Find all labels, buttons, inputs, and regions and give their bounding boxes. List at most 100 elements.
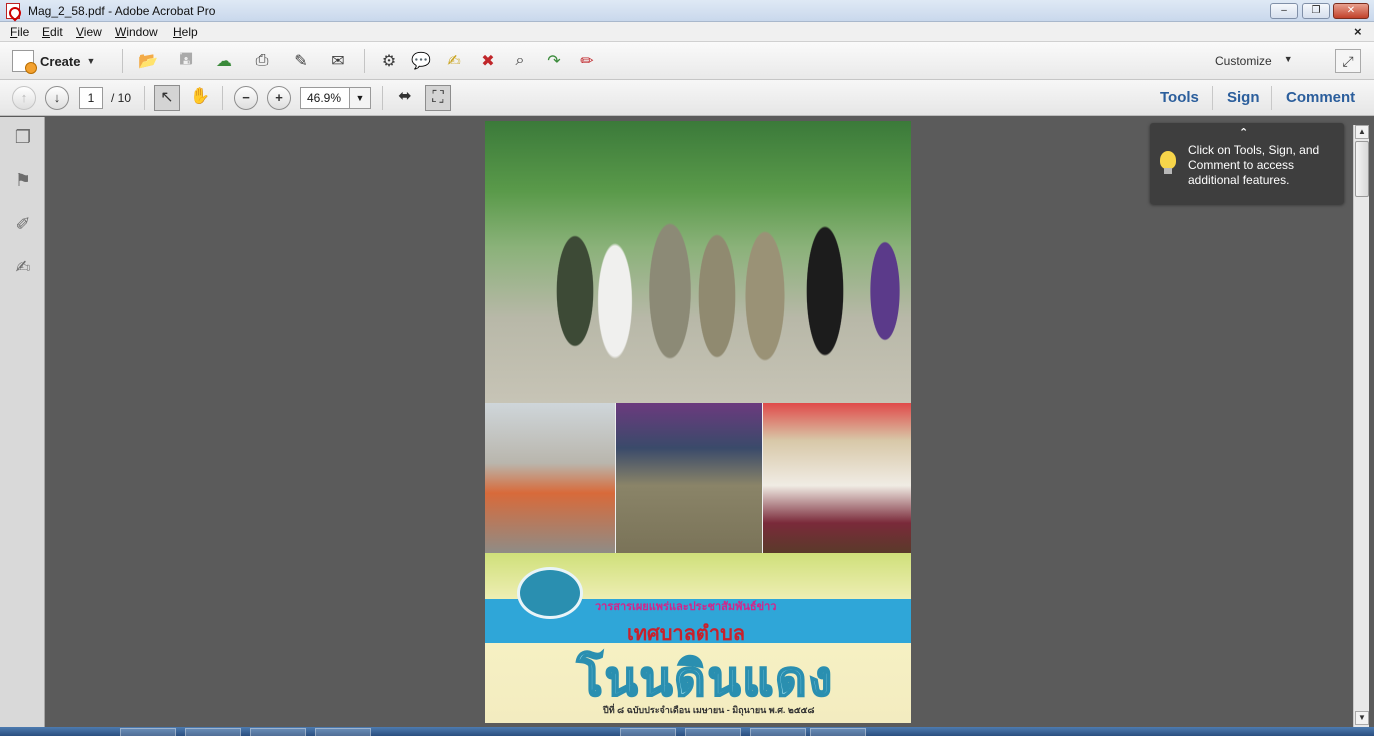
select-tool-button[interactable]: ↖ xyxy=(154,85,180,111)
maximize-button[interactable]: ❐ xyxy=(1302,3,1330,19)
bookmarks-icon[interactable]: ⚑ xyxy=(11,168,35,192)
main-toolbar: Create ▼ 📂 🖪 ☁ ⎙ ✎ ✉ ⚙ 💬 ✍ ✖ ⌕ ↷ ✏ Custo… xyxy=(0,42,1374,80)
scroll-thumb[interactable] xyxy=(1355,141,1369,197)
maximize-icon: ❐ xyxy=(1311,5,1321,16)
edit-pdf-icon[interactable]: ✎ xyxy=(290,51,312,71)
navigation-pane: ❐ ⚑ ✐ ✍ xyxy=(0,117,45,727)
print-icon[interactable]: ⎙ xyxy=(251,51,273,71)
pdf-page: วารสารเผยแพร่และประชาสัมพันธ์ข่าว เทศบาล… xyxy=(485,121,911,723)
masthead-subtitle: วารสารเผยแพร่และประชาสัมพันธ์ข่าว xyxy=(595,601,777,613)
save-icon[interactable]: 🖪 xyxy=(175,51,197,71)
taskbar-button[interactable] xyxy=(810,728,866,736)
menu-edit[interactable]: Edit xyxy=(42,25,63,39)
taskbar-button[interactable] xyxy=(685,728,741,736)
fit-width-icon: ⬌ xyxy=(398,88,412,105)
cover-photo-row xyxy=(485,403,911,553)
cover-photo-award xyxy=(616,403,763,553)
lightbulb-icon xyxy=(1160,151,1176,174)
scrolling-mode-button[interactable]: ⬌ xyxy=(392,85,418,111)
cursor-icon: ↖ xyxy=(160,89,174,106)
menu-view[interactable]: View xyxy=(76,25,102,39)
taskbar-button[interactable] xyxy=(750,728,806,736)
tooltip-text: Click on Tools, Sign, and Comment to acc… xyxy=(1188,143,1320,187)
expand-icon: ⤢ xyxy=(1342,53,1354,69)
fit-page-icon: ⛶ xyxy=(432,89,444,106)
page-count: / 10 xyxy=(111,91,132,105)
toolbar-separator xyxy=(364,49,365,73)
chevron-up-icon: ▲ xyxy=(1358,127,1366,136)
zoom-input[interactable]: 46.9% xyxy=(300,87,350,109)
taskbar-button[interactable] xyxy=(315,728,371,736)
menu-bar: File Edit View Window Help × xyxy=(0,22,1374,42)
zoom-in-button[interactable]: + xyxy=(267,86,291,110)
comment-icon[interactable]: 💬 xyxy=(410,51,432,71)
close-window-button[interactable]: ✕ xyxy=(1333,3,1369,19)
cover-photo-ceremony xyxy=(763,403,911,553)
scroll-down-button[interactable]: ▼ xyxy=(1355,711,1369,725)
zoom-out-button[interactable]: − xyxy=(234,86,258,110)
menu-file[interactable]: File xyxy=(10,25,29,39)
settings-icon[interactable]: ⚙ xyxy=(378,51,400,71)
hand-tool-button[interactable]: ✋ xyxy=(187,85,213,111)
menu-window[interactable]: Window xyxy=(115,25,158,39)
vertical-scrollbar[interactable]: ▲ ▼ xyxy=(1353,125,1369,727)
chevron-down-icon: ▼ xyxy=(1358,713,1366,722)
close-icon: ✕ xyxy=(1346,5,1356,16)
tab-sign[interactable]: Sign xyxy=(1227,89,1260,106)
cover-photo-parade xyxy=(485,403,616,553)
minus-icon: − xyxy=(242,90,250,105)
toolbar-separator xyxy=(122,49,123,73)
customize-label: Customize xyxy=(1215,54,1272,68)
open-icon[interactable]: 📂 xyxy=(137,51,159,71)
masthead-issue: ปีที่ ๘ ฉบับประจำเดือน เมษายน - มิถุนายน… xyxy=(603,705,815,715)
chevron-down-icon: ▼ xyxy=(86,56,96,66)
delete-pages-icon[interactable]: ✖ xyxy=(477,51,499,71)
panel-separator xyxy=(1271,86,1272,110)
page-thumbnails-icon[interactable]: ❐ xyxy=(11,125,35,149)
create-label: Create xyxy=(40,53,81,69)
minimize-button[interactable]: – xyxy=(1270,3,1298,19)
arrow-down-icon: ↓ xyxy=(53,90,61,105)
full-screen-button[interactable]: ⤢ xyxy=(1335,49,1361,73)
create-pdf-icon xyxy=(12,50,37,74)
search-document-icon[interactable]: ⌕ xyxy=(509,51,531,71)
taskbar xyxy=(0,727,1374,736)
menu-help[interactable]: Help xyxy=(173,25,198,39)
taskbar-button[interactable] xyxy=(185,728,241,736)
title-bar: Mag_2_58.pdf - Adobe Acrobat Pro – ❐ ✕ xyxy=(0,0,1374,22)
acrobat-app-icon xyxy=(6,3,20,19)
email-icon[interactable]: ✉ xyxy=(327,51,349,71)
highlight-icon[interactable]: ✍ xyxy=(443,51,465,71)
document-view[interactable]: วารสารเผยแพร่และประชาสัมพันธ์ข่าว เทศบาล… xyxy=(45,117,1353,727)
export-icon[interactable]: ↷ xyxy=(543,51,565,71)
arrow-up-icon: ↑ xyxy=(20,90,28,105)
taskbar-button[interactable] xyxy=(250,728,306,736)
scroll-up-button[interactable]: ▲ xyxy=(1355,125,1369,139)
customize-button[interactable]: Customize ▼ xyxy=(1215,54,1293,68)
signatures-icon[interactable]: ✍ xyxy=(11,255,35,279)
minimize-icon: – xyxy=(1281,5,1287,16)
toolbar-separator xyxy=(382,86,383,110)
close-document-button[interactable]: × xyxy=(1354,24,1362,39)
fit-page-button[interactable]: ⛶ xyxy=(425,85,451,111)
taskbar-button[interactable] xyxy=(120,728,176,736)
window-title: Mag_2_58.pdf - Adobe Acrobat Pro xyxy=(28,4,216,18)
create-button[interactable]: Create ▼ xyxy=(12,49,96,74)
navigation-toolbar: ↑ ↓ 1 / 10 ↖ ✋ − + 46.9% ▼ ⬌ ⛶ Tools Sig… xyxy=(0,80,1374,116)
attachments-icon[interactable]: ✐ xyxy=(11,212,35,236)
chevron-up-icon[interactable]: ⌃ xyxy=(1239,126,1248,139)
tab-tools[interactable]: Tools xyxy=(1160,89,1199,106)
sign-document-icon[interactable]: ✏ xyxy=(576,51,598,71)
page-number-input[interactable]: 1 xyxy=(79,87,103,109)
zoom-dropdown-button[interactable]: ▼ xyxy=(349,87,371,109)
municipality-seal-icon xyxy=(517,567,583,619)
tools-tooltip: ⌃ Click on Tools, Sign, and Comment to a… xyxy=(1150,123,1344,204)
next-page-button[interactable]: ↓ xyxy=(45,86,69,110)
taskbar-button[interactable] xyxy=(620,728,676,736)
tab-comment[interactable]: Comment xyxy=(1286,89,1355,106)
previous-page-button[interactable]: ↑ xyxy=(12,86,36,110)
chevron-down-icon: ▼ xyxy=(355,93,365,103)
cloud-upload-icon[interactable]: ☁ xyxy=(213,51,235,71)
toolbar-separator xyxy=(222,86,223,110)
cover-masthead: วารสารเผยแพร่และประชาสัมพันธ์ข่าว เทศบาล… xyxy=(485,553,911,723)
